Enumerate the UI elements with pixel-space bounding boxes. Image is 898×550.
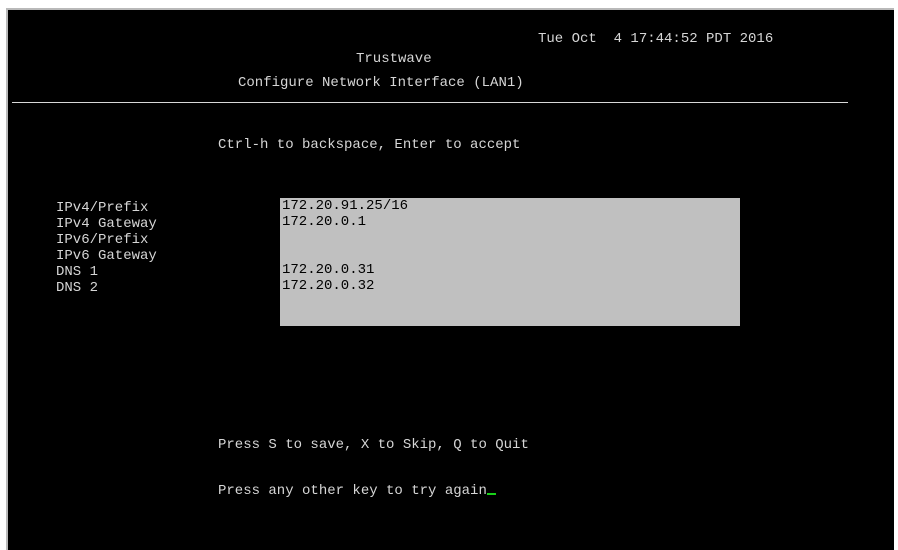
ipv6-gateway-field[interactable] bbox=[280, 246, 740, 262]
action-hints: Press S to save, X to Skip, Q to Quit bbox=[218, 437, 529, 453]
dns2-label: DNS 2 bbox=[56, 280, 99, 296]
text-cursor bbox=[486, 493, 496, 495]
ipv4-gateway-label: IPv4 Gateway bbox=[56, 216, 157, 232]
ipv4-gateway-field[interactable]: 172.20.0.1 bbox=[280, 214, 740, 230]
ipv4-prefix-label: IPv4/Prefix bbox=[56, 200, 149, 216]
ipv6-gateway-label: IPv6 Gateway bbox=[56, 248, 157, 264]
system-clock: Tue Oct 4 17:44:52 PDT 2016 bbox=[538, 31, 774, 47]
dns1-field[interactable]: 172.20.0.31 bbox=[280, 262, 740, 278]
retry-prompt: Press any other key to try again bbox=[218, 483, 487, 499]
ipv4-prefix-field[interactable]: 172.20.91.25/16 bbox=[280, 198, 740, 214]
instruction-text: Ctrl-h to backspace, Enter to accept bbox=[218, 137, 521, 153]
ipv6-prefix-field[interactable] bbox=[280, 230, 740, 246]
field-labels: IPv4/Prefix IPv4 Gateway IPv6/Prefix IPv… bbox=[56, 200, 157, 296]
retry-prompt-line: Press any other key to try again bbox=[218, 482, 496, 500]
page-title: Configure Network Interface (LAN1) bbox=[238, 75, 524, 91]
dns1-label: DNS 1 bbox=[56, 264, 99, 280]
terminal-window: Tue Oct 4 17:44:52 PDT 2016 Trustwave Co… bbox=[6, 8, 894, 550]
input-fields-panel: 172.20.91.25/16 172.20.0.1 172.20.0.31 1… bbox=[280, 198, 740, 326]
dns2-field[interactable]: 172.20.0.32 bbox=[280, 278, 740, 294]
header-divider bbox=[12, 102, 848, 103]
brand-title: Trustwave bbox=[356, 51, 432, 67]
ipv6-prefix-label: IPv6/Prefix bbox=[56, 232, 149, 248]
